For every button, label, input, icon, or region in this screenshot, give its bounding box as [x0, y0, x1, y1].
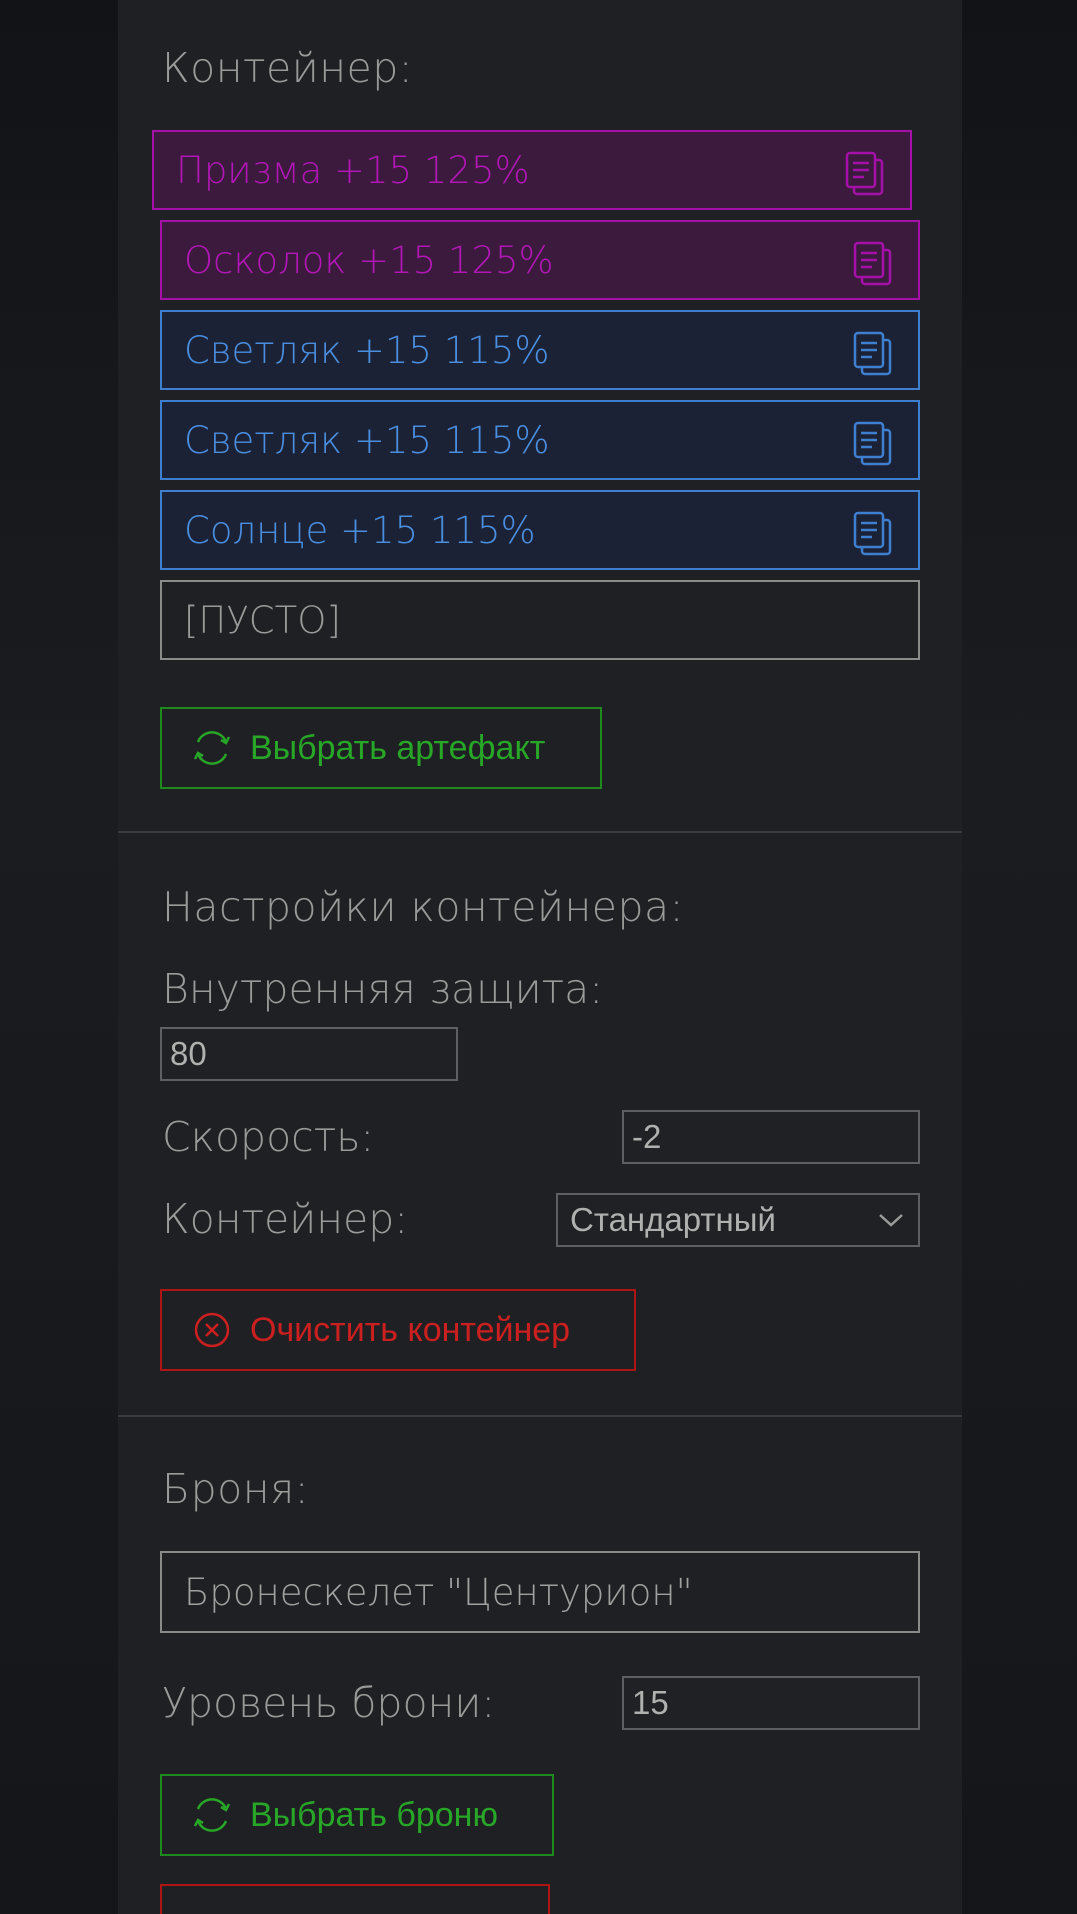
artifact-slot-2[interactable]: Осколок +15 125% — [160, 220, 920, 300]
clear-container-button[interactable]: Очистить контейнер — [160, 1289, 636, 1371]
settings-title: Настройки контейнера: — [162, 883, 684, 931]
inner-protection-input[interactable] — [160, 1027, 458, 1081]
container-type-label: Контейнер: — [162, 1195, 409, 1243]
armor-name: Бронескелет "Центурион" — [184, 1570, 693, 1614]
container-title: Контейнер: — [162, 44, 414, 92]
speed-input[interactable] — [622, 1110, 920, 1164]
select-artifact-button[interactable]: Выбрать артефакт — [160, 707, 602, 789]
remove-armor-button[interactable] — [160, 1884, 550, 1914]
copy-icon[interactable] — [852, 510, 894, 558]
container-type-select[interactable]: Стандартный — [556, 1193, 920, 1247]
close-circle-icon — [194, 1312, 230, 1348]
artifact-slot-1[interactable]: Призма +15 125% — [152, 130, 912, 210]
refresh-icon — [193, 1798, 231, 1832]
armor-level-label: Уровень брони: — [162, 1679, 496, 1727]
artifact-slot-label: Солнце +15 115% — [184, 508, 536, 552]
copy-icon[interactable] — [852, 240, 894, 288]
armor-slot[interactable]: Бронескелет "Центурион" — [160, 1551, 920, 1633]
background-right — [962, 0, 1077, 1914]
section-divider — [118, 1415, 962, 1417]
speed-label: Скорость: — [162, 1113, 375, 1161]
artifact-slot-4[interactable]: Светляк +15 115% — [160, 400, 920, 480]
artifact-slot-6[interactable]: [ПУСТО] — [160, 580, 920, 660]
copy-icon[interactable] — [844, 150, 886, 198]
copy-icon[interactable] — [852, 330, 894, 378]
artifact-slot-3[interactable]: Светляк +15 115% — [160, 310, 920, 390]
select-armor-label: Выбрать броню — [250, 1795, 498, 1834]
armor-title: Броня: — [162, 1465, 310, 1513]
chevron-down-icon — [879, 1214, 903, 1227]
artifact-slot-5[interactable]: Солнце +15 115% — [160, 490, 920, 570]
artifact-slot-label: Призма +15 125% — [176, 148, 530, 192]
container-panel: Контейнер: Призма +15 125% Осколок +15 1… — [118, 0, 962, 1914]
inner-protection-label: Внутренняя защита: — [162, 965, 604, 1013]
select-artifact-label: Выбрать артефакт — [250, 728, 546, 767]
armor-level-input[interactable] — [622, 1676, 920, 1730]
artifact-slot-label: Светляк +15 115% — [184, 328, 550, 372]
background-left — [0, 0, 118, 1914]
select-armor-button[interactable]: Выбрать броню — [160, 1774, 554, 1856]
artifact-slot-label: Осколок +15 125% — [184, 238, 554, 282]
artifact-slot-label: Светляк +15 115% — [184, 418, 550, 462]
copy-icon[interactable] — [852, 420, 894, 468]
artifact-slot-label: [ПУСТО] — [184, 598, 341, 642]
section-divider — [118, 831, 962, 833]
clear-container-label: Очистить контейнер — [250, 1310, 571, 1349]
container-type-value: Стандартный — [570, 1201, 776, 1238]
refresh-icon — [193, 731, 231, 765]
